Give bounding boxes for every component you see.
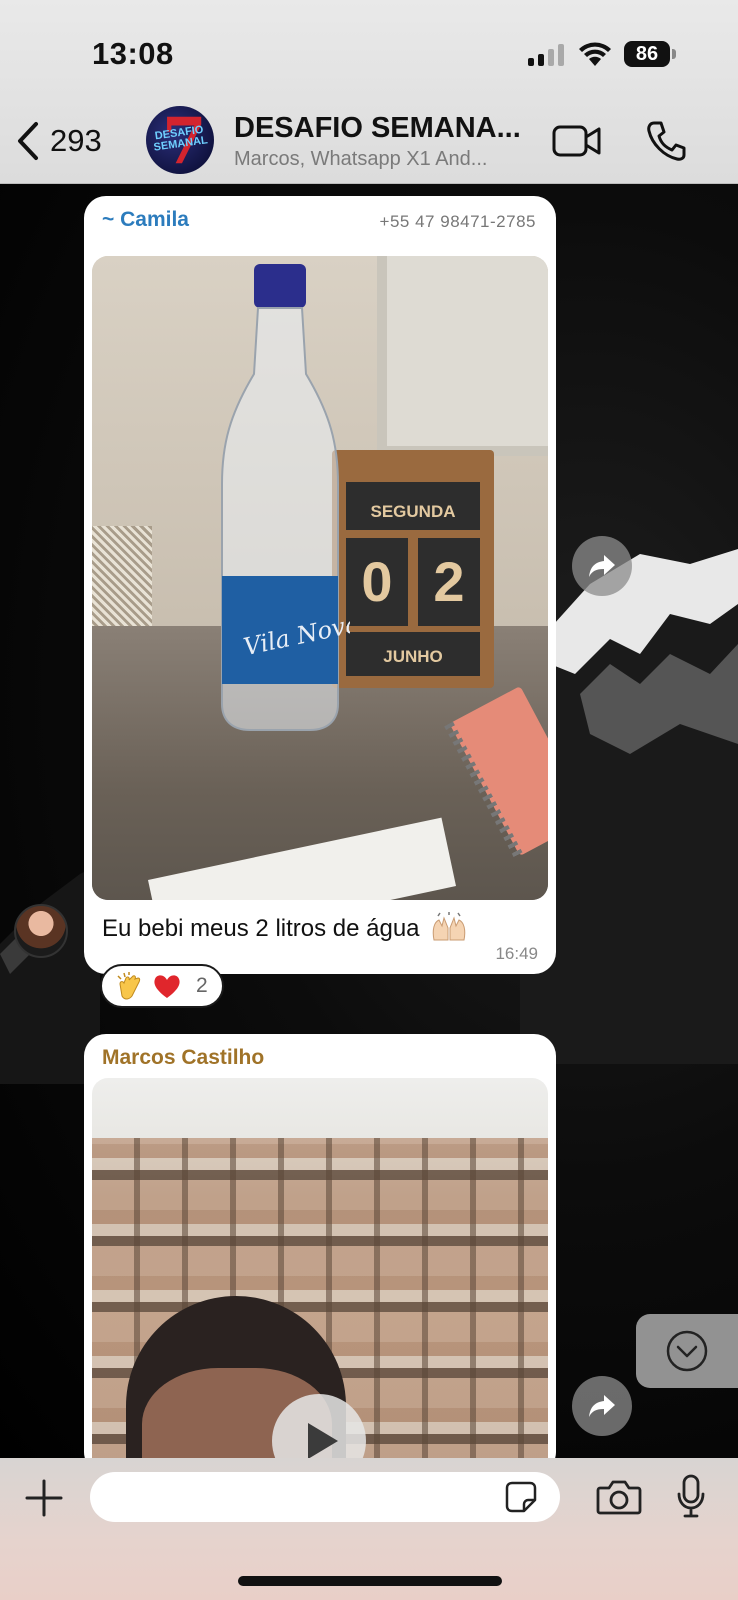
message-bubble[interactable]: Marcos Castilho <box>84 1034 556 1458</box>
sticker-icon[interactable] <box>504 1480 538 1514</box>
calendar-day-name: SEGUNDA <box>346 482 480 530</box>
wifi-icon <box>579 42 611 66</box>
forward-icon <box>589 1395 615 1417</box>
play-icon <box>308 1423 338 1458</box>
message-video[interactable] <box>92 1078 548 1458</box>
camera-icon[interactable] <box>596 1478 642 1516</box>
battery-icon: 86 <box>624 41 670 67</box>
message-photo[interactable]: SEGUNDA 0 2 JUNHO Vila Nova <box>92 256 548 900</box>
back-button[interactable]: 293 <box>14 120 102 162</box>
chat-area[interactable]: ~ Camila +55 47 98471-2785 SEGUNDA 0 2 J… <box>0 184 738 1458</box>
battery-tip <box>672 49 676 59</box>
sender-name[interactable]: Marcos Castilho <box>102 1046 264 1070</box>
red-heart-icon <box>154 975 180 998</box>
message-input[interactable] <box>90 1472 560 1522</box>
reactions-pill[interactable]: 2 <box>100 964 224 1008</box>
sender-name[interactable]: ~ Camila <box>102 208 189 232</box>
phone-call-icon[interactable] <box>646 120 686 162</box>
message-bubble[interactable]: ~ Camila +55 47 98471-2785 SEGUNDA 0 2 J… <box>84 196 556 974</box>
water-bottle: Vila Nova <box>221 264 350 731</box>
home-indicator <box>238 1576 502 1586</box>
message-input-bar <box>0 1458 738 1600</box>
sender-phone: +55 47 98471-2785 <box>379 212 536 231</box>
message-time: 16:49 <box>495 944 538 963</box>
top-bar: 13:08 86 293 7 DESAFIO SEMANAL DESAFIO S… <box>0 0 738 184</box>
chat-title[interactable]: DESAFIO SEMANA... <box>234 112 521 145</box>
reaction-count: 2 <box>196 974 208 997</box>
chat-subtitle[interactable]: Marcos, Whatsapp X1 And... <box>234 148 487 171</box>
forward-button[interactable] <box>572 536 632 596</box>
video-call-icon[interactable] <box>552 124 602 158</box>
calendar-month: JUNHO <box>346 632 480 676</box>
scroll-to-bottom-button[interactable] <box>636 1314 738 1388</box>
chevron-down-circle-icon <box>666 1330 708 1372</box>
calendar-digit-1: 0 <box>346 538 408 626</box>
clapping-hands-icon <box>117 972 141 1000</box>
plus-icon[interactable] <box>24 1478 64 1518</box>
photo-basket <box>92 526 152 636</box>
cellular-signal-icon <box>528 42 564 66</box>
calendar-digit-2: 2 <box>418 538 480 626</box>
raising-hands-icon <box>432 912 466 941</box>
forward-icon <box>589 555 615 577</box>
photo-window <box>377 256 548 456</box>
chevron-left-icon <box>18 122 38 160</box>
microphone-icon[interactable] <box>676 1474 706 1518</box>
unread-count: 293 <box>50 123 102 158</box>
message-text-content: Eu bebi meus 2 litros de água <box>102 915 420 942</box>
sender-avatar[interactable] <box>14 904 68 958</box>
status-time: 13:08 <box>92 36 174 71</box>
message-text: Eu bebi meus 2 litros de água <box>102 912 468 943</box>
group-avatar[interactable]: 7 DESAFIO SEMANAL <box>146 106 214 174</box>
photo-calendar: SEGUNDA 0 2 JUNHO <box>332 450 494 688</box>
forward-button[interactable] <box>572 1376 632 1436</box>
